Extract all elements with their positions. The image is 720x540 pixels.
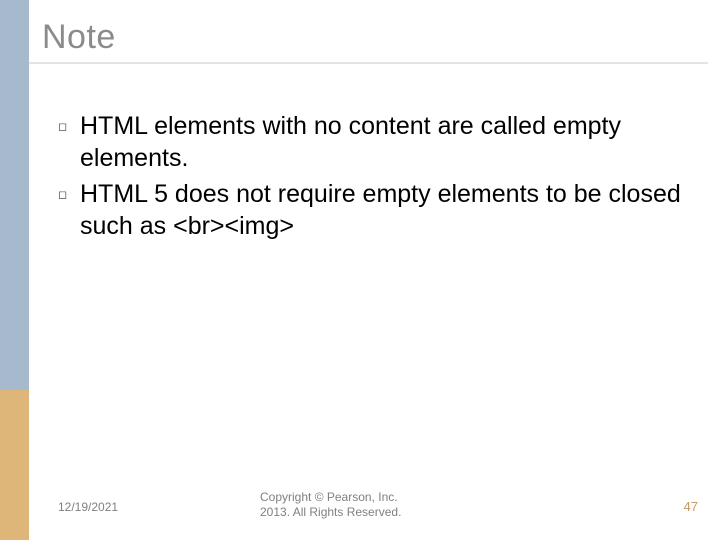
bullet-marker-icon: ◻ [58,110,80,133]
footer-copyright-line2: 2013. All Rights Reserved. [260,505,401,519]
footer-copyright: Copyright © Pearson, Inc. 2013. All Righ… [260,490,460,520]
bullet-marker-icon: ◻ [58,178,80,201]
footer-copyright-line1: Copyright © Pearson, Inc. [260,490,398,504]
bullet-item: ◻ HTML 5 does not require empty elements… [58,178,690,242]
sidebar-accent-bottom [0,390,29,540]
content-area: ◻ HTML elements with no content are call… [58,110,690,246]
slide-title: Note [42,18,116,57]
slide: Note ◻ HTML elements with no content are… [0,0,720,540]
title-underline [29,62,708,64]
bullet-text: HTML elements with no content are called… [80,110,690,174]
footer-date: 12/19/2021 [58,500,118,514]
bullet-text: HTML 5 does not require empty elements t… [80,178,690,242]
sidebar-accent-top [0,0,29,390]
footer-page-number: 47 [684,499,698,514]
bullet-item: ◻ HTML elements with no content are call… [58,110,690,174]
